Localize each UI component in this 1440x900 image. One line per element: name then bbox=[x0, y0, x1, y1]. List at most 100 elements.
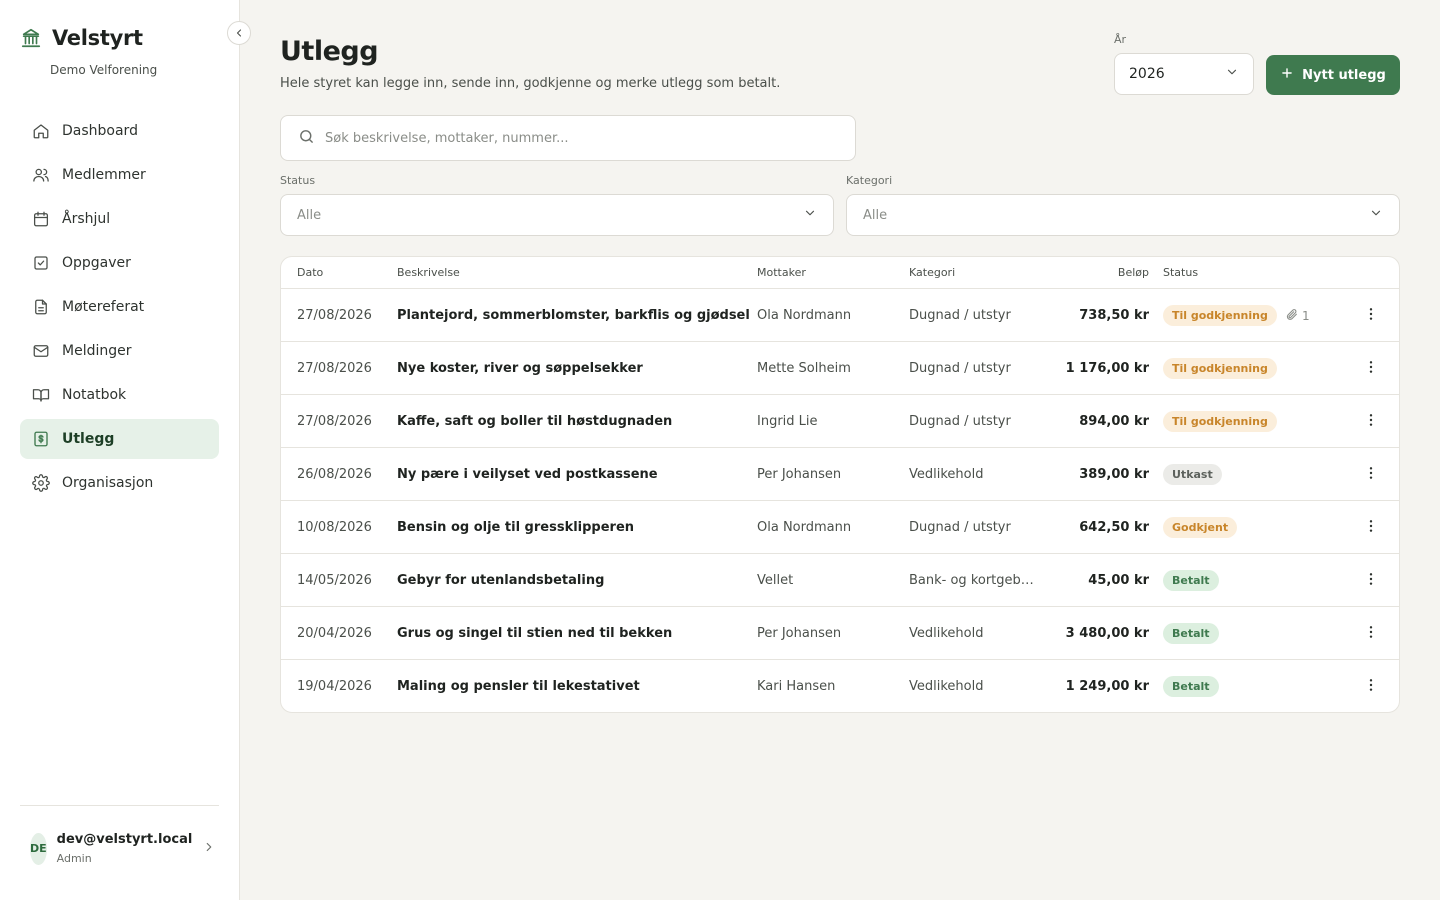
row-description: Bensin og olje til gressklipperen bbox=[397, 520, 635, 535]
sidebar-item-messages[interactable]: Meldinger bbox=[20, 331, 219, 371]
row-recipient: Mette Solheim bbox=[757, 361, 851, 376]
table-row[interactable]: 14/05/2026 Gebyr for utenlandsbetaling Vel… bbox=[281, 554, 1399, 607]
status-badge: Til godkjenning bbox=[1163, 358, 1277, 379]
status-badge: Til godkjenning bbox=[1163, 411, 1277, 432]
row-recipient: Per Johansen bbox=[757, 467, 842, 482]
document-icon bbox=[32, 298, 50, 316]
sidebar-item-members[interactable]: Medlemmer bbox=[20, 155, 219, 195]
gear-icon bbox=[32, 474, 50, 492]
page-subtitle: Hele styret kan legge inn, sende inn, go… bbox=[280, 76, 781, 91]
row-recipient: Ingrid Lie bbox=[757, 414, 818, 429]
column-amount[interactable]: Beløp bbox=[1118, 266, 1149, 279]
calendar-icon bbox=[32, 210, 50, 228]
row-description: Maling og pensler til lekestativet bbox=[397, 679, 640, 694]
row-recipient: Kari Hansen bbox=[757, 679, 836, 694]
row-actions-button[interactable] bbox=[1359, 395, 1383, 448]
table-row[interactable]: 10/08/2026 Bensin og olje til gressklippe… bbox=[281, 501, 1399, 554]
sidebar-item-organization[interactable]: Organisasjon bbox=[20, 463, 219, 503]
search-icon bbox=[298, 128, 315, 149]
more-vertical-icon bbox=[1363, 571, 1379, 591]
user-menu[interactable]: DE dev@velstyrt.local Admin bbox=[30, 832, 212, 865]
table-row[interactable]: 27/08/2026 Nye koster, river og søppelsek… bbox=[281, 342, 1399, 395]
sidebar-item-label: Møtereferat bbox=[62, 299, 145, 315]
row-date: 27/08/2026 bbox=[297, 308, 372, 323]
mail-icon bbox=[32, 342, 50, 360]
column-description[interactable]: Beskrivelse bbox=[397, 266, 460, 279]
row-category: Dugnad / utstyr bbox=[909, 414, 1011, 429]
row-actions-button[interactable] bbox=[1359, 607, 1383, 660]
book-icon bbox=[32, 386, 50, 404]
sidebar-item-minutes[interactable]: Møtereferat bbox=[20, 287, 219, 327]
chevron-down-icon bbox=[1225, 65, 1239, 83]
row-category: Vedlikehold bbox=[909, 467, 984, 482]
row-amount: 1 249,00 kr bbox=[1065, 679, 1149, 694]
row-recipient: Per Johansen bbox=[757, 626, 842, 641]
row-amount: 738,50 kr bbox=[1079, 308, 1149, 323]
row-date: 14/05/2026 bbox=[297, 573, 372, 588]
row-description: Plantejord, sommerblomster, barkflis og … bbox=[397, 308, 750, 323]
more-vertical-icon bbox=[1363, 518, 1379, 538]
table-row[interactable]: 27/08/2026 Kaffe, saft og boller til høst… bbox=[281, 395, 1399, 448]
new-expense-button[interactable]: Nytt utlegg bbox=[1266, 55, 1400, 95]
search-box[interactable] bbox=[280, 115, 856, 161]
row-date: 19/04/2026 bbox=[297, 679, 372, 694]
sidebar-item-label: Oppgaver bbox=[62, 255, 131, 271]
sidebar-item-annual-wheel[interactable]: Årshjul bbox=[20, 199, 219, 239]
row-actions-button[interactable] bbox=[1359, 289, 1383, 342]
column-date[interactable]: Dato bbox=[297, 266, 323, 279]
row-status-cell: Til godkjenning bbox=[1163, 342, 1277, 395]
row-amount: 3 480,00 kr bbox=[1065, 626, 1149, 641]
column-recipient[interactable]: Mottaker bbox=[757, 266, 806, 279]
row-amount: 1 176,00 kr bbox=[1065, 361, 1149, 376]
column-category[interactable]: Kategori bbox=[909, 266, 955, 279]
brand[interactable]: Velstyrt bbox=[20, 26, 143, 50]
category-filter-label: Kategori bbox=[846, 174, 893, 187]
status-badge: Betalt bbox=[1163, 623, 1219, 644]
year-select[interactable]: 2026 bbox=[1114, 53, 1254, 95]
category-filter-value: Alle bbox=[863, 207, 888, 223]
sidebar-item-dashboard[interactable]: Dashboard bbox=[20, 111, 219, 151]
row-category-cell: Dugnad / utstyr bbox=[909, 289, 1034, 342]
sidebar-item-notebook[interactable]: Notatbok bbox=[20, 375, 219, 415]
table-row[interactable]: 20/04/2026 Grus og singel til stien ned t… bbox=[281, 607, 1399, 660]
more-vertical-icon bbox=[1363, 677, 1379, 697]
chevron-down-icon bbox=[803, 206, 817, 224]
plus-icon bbox=[1280, 66, 1294, 84]
year-label: År bbox=[1114, 33, 1127, 46]
search-input[interactable] bbox=[325, 130, 855, 146]
sidebar-item-label: Notatbok bbox=[62, 387, 127, 403]
sidebar-item-label: Organisasjon bbox=[62, 475, 154, 491]
row-attachments[interactable]: 1 bbox=[1285, 289, 1310, 342]
row-actions-button[interactable] bbox=[1359, 448, 1383, 501]
column-status[interactable]: Status bbox=[1163, 266, 1198, 279]
sidebar-item-label: Meldinger bbox=[62, 343, 132, 359]
table-row[interactable]: 26/08/2026 Ny pære i veilyset ved postkas… bbox=[281, 448, 1399, 501]
home-icon bbox=[32, 122, 50, 140]
sidebar-item-expenses[interactable]: Utlegg bbox=[20, 419, 219, 459]
sidebar-nav: Dashboard Medlemmer Årshjul Oppgaver Møt… bbox=[20, 111, 219, 507]
row-actions-button[interactable] bbox=[1359, 342, 1383, 395]
category-filter-select[interactable]: Alle bbox=[846, 194, 1400, 236]
sidebar-item-tasks[interactable]: Oppgaver bbox=[20, 243, 219, 283]
sidebar-divider bbox=[20, 805, 219, 806]
row-amount: 894,00 kr bbox=[1079, 414, 1149, 429]
status-filter-select[interactable]: Alle bbox=[280, 194, 834, 236]
row-actions-button[interactable] bbox=[1359, 501, 1383, 554]
row-recipient: Ola Nordmann bbox=[757, 520, 852, 535]
row-actions-button[interactable] bbox=[1359, 554, 1383, 607]
table-body: 27/08/2026 Plantejord, sommerblomster, ba… bbox=[281, 289, 1399, 712]
chevron-left-icon bbox=[233, 24, 245, 43]
row-amount: 45,00 kr bbox=[1088, 573, 1149, 588]
sidebar-item-label: Årshjul bbox=[62, 211, 111, 227]
more-vertical-icon bbox=[1363, 306, 1379, 326]
row-category-cell: Dugnad / utstyr bbox=[909, 342, 1034, 395]
row-category-cell: Vedlikehold bbox=[909, 448, 1034, 501]
row-actions-button[interactable] bbox=[1359, 660, 1383, 712]
status-filter-label: Status bbox=[280, 174, 316, 187]
table-row[interactable]: 27/08/2026 Plantejord, sommerblomster, ba… bbox=[281, 289, 1399, 342]
row-category: Vedlikehold bbox=[909, 626, 984, 641]
more-vertical-icon bbox=[1363, 412, 1379, 432]
row-status-cell: Til godkjenning bbox=[1163, 289, 1277, 342]
table-row[interactable]: 19/04/2026 Maling og pensler til lekestat… bbox=[281, 660, 1399, 712]
collapse-sidebar-button[interactable] bbox=[227, 21, 251, 45]
